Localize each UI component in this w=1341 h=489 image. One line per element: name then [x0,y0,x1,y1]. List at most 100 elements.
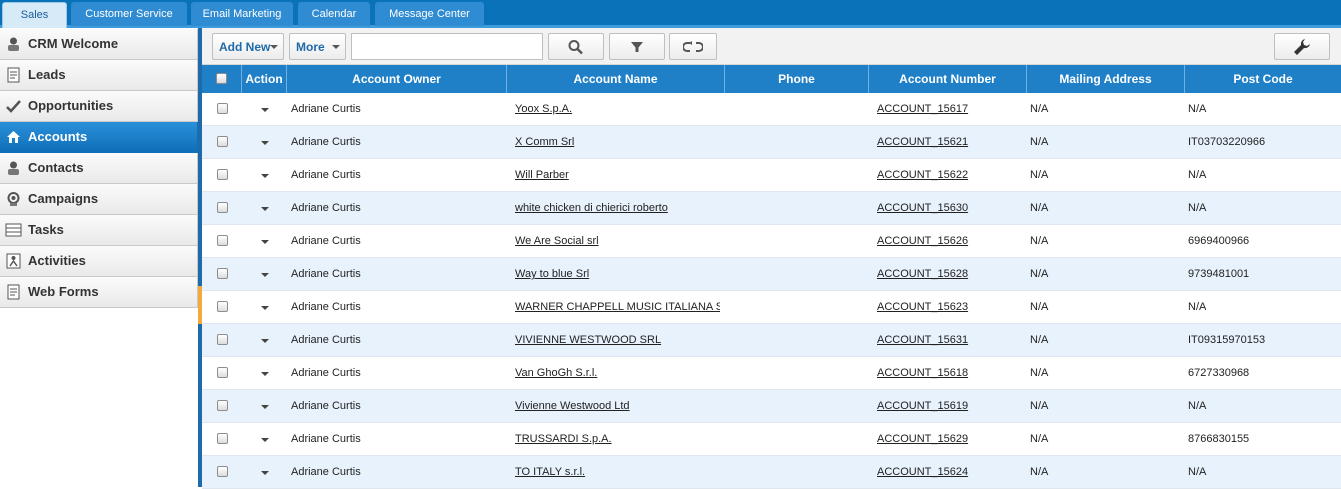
row-checkbox[interactable] [217,235,228,246]
settings-button[interactable] [1274,33,1330,60]
row-checkbox[interactable] [217,301,228,312]
cell-account-name[interactable]: X Comm Srl [515,126,720,159]
row-action-chevron-down-icon[interactable] [261,306,269,310]
header-account-owner[interactable]: Account Owner [287,65,507,93]
refresh-button[interactable] [669,33,717,60]
row-action-chevron-down-icon[interactable] [261,207,269,211]
cell-account-number[interactable]: ACCOUNT_15622 [877,159,1025,192]
cell-account-name[interactable]: WARNER CHAPPELL MUSIC ITALIANA S.R. [515,291,720,324]
cell-account-number[interactable]: ACCOUNT_15621 [877,126,1025,159]
sidebar-item-tasks[interactable]: Tasks [0,215,198,246]
row-action-chevron-down-icon[interactable] [261,438,269,442]
search-input[interactable] [351,33,543,60]
sidebar-item-accounts[interactable]: Accounts [0,122,198,153]
row-checkbox[interactable] [217,367,228,378]
search-button[interactable] [548,33,604,60]
cell-account-name[interactable]: We Are Social srl [515,225,720,258]
row-action-chevron-down-icon[interactable] [261,141,269,145]
row-action-chevron-down-icon[interactable] [261,108,269,112]
row-action-chevron-down-icon[interactable] [261,339,269,343]
cell-mailing-address: N/A [1030,235,1049,247]
sidebar-item-crm-welcome[interactable]: CRM Welcome [0,29,198,60]
add-new-button[interactable]: Add New [212,33,284,60]
sidebar-item-activities[interactable]: Activities [0,246,198,277]
opportunities-icon [6,100,21,113]
select-all-checkbox[interactable] [216,73,227,84]
sidebar-item-campaigns[interactable]: Campaigns [0,184,198,215]
sidebar-item-opportunities[interactable]: Opportunities [0,91,198,122]
sidebar-item-contacts[interactable]: Contacts [0,153,198,184]
sidebar-item-web-forms[interactable]: Web Forms [0,277,198,308]
cell-account-number[interactable]: ACCOUNT_15628 [877,258,1025,291]
tab-email-marketing[interactable]: Email Marketing [191,2,293,26]
cell-account-number[interactable]: ACCOUNT_15623 [877,291,1025,324]
tab-calendar[interactable]: Calendar [298,2,370,26]
header-account-number[interactable]: Account Number [869,65,1027,93]
table-row[interactable]: Adriane Curtis VIVIENNE WESTWOOD SRL ACCOU… [202,324,1341,357]
table-row[interactable]: Adriane Curtis Yoox S.p.A. ACCOUNT_15617 N/… [202,93,1341,126]
table-row[interactable]: Adriane Curtis Way to blue Srl ACCOUNT_156… [202,258,1341,291]
row-checkbox[interactable] [217,433,228,444]
cell-account-name[interactable]: Van GhoGh S.r.l. [515,357,720,390]
cell-account-name[interactable]: white chicken di chierici roberto [515,192,720,225]
cell-account-number[interactable]: ACCOUNT_15617 [877,93,1025,126]
row-action-chevron-down-icon[interactable] [261,273,269,277]
table-row[interactable]: Adriane Curtis TO ITALY s.r.l. ACCOUNT_156… [202,456,1341,489]
cell-post-code: 6727330968 [1188,367,1250,379]
row-action-chevron-down-icon[interactable] [261,240,269,244]
filter-button[interactable] [609,33,665,60]
row-action-chevron-down-icon[interactable] [261,174,269,178]
table-row[interactable]: Adriane Curtis X Comm Srl ACCOUNT_15621 N/A… [202,126,1341,159]
chevron-down-icon [332,45,340,49]
table-row[interactable]: Adriane Curtis WARNER CHAPPELL MUSIC ITAL… [202,291,1341,324]
table-row[interactable]: Adriane Curtis Van GhoGh S.r.l. ACCOUNT_15… [202,357,1341,390]
header-select-all[interactable] [202,65,242,93]
row-checkbox[interactable] [217,169,228,180]
cell-account-number[interactable]: ACCOUNT_15619 [877,390,1025,423]
cell-account-number[interactable]: ACCOUNT_15626 [877,225,1025,258]
cell-account-number[interactable]: ACCOUNT_15630 [877,192,1025,225]
tab-sales[interactable]: Sales [2,2,67,28]
cell-account-name[interactable]: VIVIENNE WESTWOOD SRL [515,324,720,357]
cell-account-number[interactable]: ACCOUNT_15618 [877,357,1025,390]
table-row[interactable]: Adriane Curtis Will Parber ACCOUNT_15622 N/… [202,159,1341,192]
row-action-chevron-down-icon[interactable] [261,471,269,475]
row-action-chevron-down-icon[interactable] [261,405,269,409]
cell-account-number[interactable]: ACCOUNT_15631 [877,324,1025,357]
cell-account-owner: Adriane Curtis [291,367,361,379]
more-label: More [296,40,325,54]
header-account-name[interactable]: Account Name [507,65,725,93]
row-checkbox[interactable] [217,268,228,279]
cell-account-number[interactable]: ACCOUNT_15629 [877,423,1025,456]
table-row[interactable]: Adriane Curtis We Are Social srl ACCOUNT_1… [202,225,1341,258]
cell-account-name[interactable]: Vivienne Westwood Ltd [515,390,720,423]
cell-account-name[interactable]: TRUSSARDI S.p.A. [515,423,720,456]
top-tab-bar: Sales Customer Service Email Marketing C… [0,0,1341,28]
table-row[interactable]: Adriane Curtis white chicken di chierici … [202,192,1341,225]
row-checkbox[interactable] [217,103,228,114]
cell-post-code: N/A [1188,466,1207,478]
header-phone[interactable]: Phone [725,65,869,93]
cell-account-name[interactable]: Will Parber [515,159,720,192]
header-mailing-address[interactable]: Mailing Address [1027,65,1185,93]
tab-customer-service[interactable]: Customer Service [71,2,187,26]
more-button[interactable]: More [289,33,346,60]
cell-account-name[interactable]: Yoox S.p.A. [515,93,720,126]
cell-account-name[interactable]: Way to blue Srl [515,258,720,291]
tab-message-center[interactable]: Message Center [375,2,484,26]
header-action[interactable]: Action [242,65,287,93]
cell-account-owner: Adriane Curtis [291,301,361,313]
row-checkbox[interactable] [217,400,228,411]
header-post-code[interactable]: Post Code [1185,65,1341,93]
cell-account-number[interactable]: ACCOUNT_15624 [877,456,1025,489]
row-checkbox[interactable] [217,136,228,147]
row-action-chevron-down-icon[interactable] [261,372,269,376]
table-row[interactable]: Adriane Curtis TRUSSARDI S.p.A. ACCOUNT_15… [202,423,1341,456]
accounts-grid: Action Account Owner Account Name Phone … [202,65,1341,489]
table-row[interactable]: Adriane Curtis Vivienne Westwood Ltd ACCOU… [202,390,1341,423]
sidebar-item-leads[interactable]: Leads [0,60,198,91]
cell-account-name[interactable]: TO ITALY s.r.l. [515,456,720,489]
row-checkbox[interactable] [217,202,228,213]
row-checkbox[interactable] [217,466,228,477]
row-checkbox[interactable] [217,334,228,345]
